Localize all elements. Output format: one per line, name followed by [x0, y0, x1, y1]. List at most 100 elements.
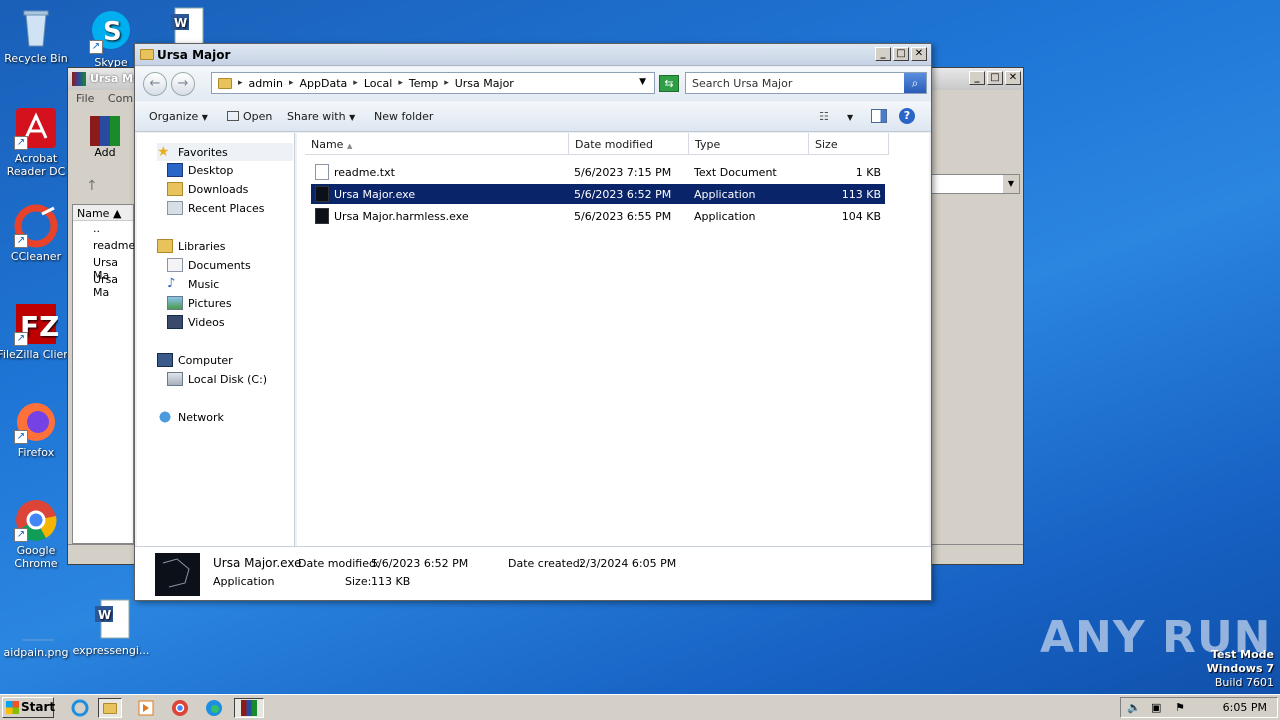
list-item[interactable]: ..: [73, 221, 133, 238]
breadcrumb-appdata[interactable]: AppData: [300, 77, 348, 90]
nav-pictures[interactable]: Pictures: [167, 296, 232, 310]
column-header-name[interactable]: Name ▲: [305, 133, 569, 155]
column-header-name[interactable]: Name ▲: [73, 205, 133, 221]
nav-downloads[interactable]: Downloads: [167, 182, 248, 196]
desktop-icon-acrobat[interactable]: ↗ Acrobat Reader DC: [0, 106, 76, 178]
file-row-readme[interactable]: readme.txt 5/6/2023 7:15 PM Text Documen…: [311, 162, 885, 182]
taskbar-explorer-icon[interactable]: [98, 698, 122, 718]
details-filename: Ursa Major.exe: [213, 556, 302, 570]
desktop-icon-ccleaner[interactable]: ↗ CCleaner: [0, 204, 76, 263]
desktop-icon: [167, 163, 183, 177]
desktop-icon-filezilla[interactable]: FZ ↗ FileZilla Client: [0, 302, 76, 361]
breadcrumb-admin[interactable]: admin: [249, 77, 283, 90]
background-address-field[interactable]: ▼: [930, 174, 1020, 194]
taskbar-winrar-icon[interactable]: [234, 698, 264, 718]
minimize-button[interactable]: _: [969, 71, 985, 85]
file-row-ursa-major-harmless-exe[interactable]: Ursa Major.harmless.exe 5/6/2023 6:55 PM…: [311, 206, 885, 226]
nav-libraries[interactable]: Libraries: [157, 239, 226, 253]
open-button[interactable]: Open: [227, 110, 272, 123]
column-header-date-modified[interactable]: Date modified: [569, 133, 689, 155]
maximize-button[interactable]: □: [893, 47, 909, 61]
desktop-icon-firefox[interactable]: ↗ Firefox: [0, 400, 76, 459]
preview-pane-icon[interactable]: [871, 109, 887, 123]
chevron-right-icon[interactable]: ▸: [238, 78, 243, 88]
taskbar-chrome-icon[interactable]: [168, 698, 192, 718]
explorer-window[interactable]: Ursa Major _ □ ✕ ← → ▸ admin ▸ AppData ▸…: [134, 43, 932, 601]
minimize-button[interactable]: _: [875, 47, 891, 61]
taskbar-media-player-icon[interactable]: [134, 698, 158, 718]
action-center-flag-icon[interactable]: ⚑: [1175, 701, 1185, 714]
ccleaner-icon: ↗: [14, 204, 58, 248]
downloads-icon: [167, 182, 183, 196]
column-header-size[interactable]: Size: [809, 133, 889, 155]
winrar-icon: [72, 72, 86, 86]
svg-text:W: W: [98, 608, 111, 622]
chevron-right-icon[interactable]: ▸: [444, 78, 449, 88]
volume-icon[interactable]: 🔈: [1127, 701, 1141, 714]
nav-local-disk[interactable]: Local Disk (C:): [167, 372, 267, 386]
image-file-icon: [14, 600, 58, 644]
nav-music[interactable]: ♪ Music: [167, 277, 219, 291]
details-pane: Ursa Major.exe Application Date modified…: [135, 546, 931, 600]
text-file-icon: [315, 164, 329, 180]
breadcrumb-ursa-major[interactable]: Ursa Major: [455, 77, 514, 90]
network-tray-icon[interactable]: ▣: [1151, 701, 1161, 714]
sort-ascending-icon: ▲: [346, 142, 353, 150]
search-icon[interactable]: ⌕: [904, 73, 926, 93]
nav-documents[interactable]: Documents: [167, 258, 251, 272]
breadcrumb[interactable]: ▸ admin ▸ AppData ▸ Local ▸ Temp ▸ Ursa …: [211, 72, 655, 94]
nav-computer[interactable]: Computer: [157, 353, 233, 367]
chevron-right-icon[interactable]: ▸: [289, 78, 294, 88]
chevron-right-icon[interactable]: ▸: [398, 78, 403, 88]
column-header-type[interactable]: Type: [689, 133, 809, 155]
search-input[interactable]: Search Ursa Major ⌕: [685, 72, 927, 94]
add-button[interactable]: Add: [90, 116, 120, 159]
windows-logo-icon: [6, 701, 19, 714]
up-arrow-icon[interactable]: ↑: [86, 178, 98, 194]
svg-text:W: W: [174, 16, 187, 30]
refresh-button[interactable]: ⇆: [659, 75, 679, 92]
desktop-icon-chrome[interactable]: ↗ Google Chrome: [0, 498, 76, 570]
new-folder-button[interactable]: New folder: [374, 110, 433, 123]
window-titlebar[interactable]: Ursa Major _ □ ✕: [135, 44, 931, 66]
list-item[interactable]: Ursa Ma: [73, 272, 133, 299]
view-dropdown-icon[interactable]: ▼: [847, 113, 853, 122]
address-dropdown-icon[interactable]: ▼: [639, 77, 646, 87]
taskbar-edge-icon[interactable]: [202, 698, 226, 718]
nav-favorites[interactable]: ★ Favorites: [157, 143, 293, 161]
close-button[interactable]: ✕: [1005, 71, 1021, 85]
view-options-icon[interactable]: ☷: [819, 110, 829, 123]
nav-recent-places[interactable]: Recent Places: [167, 201, 265, 215]
chevron-right-icon[interactable]: ▸: [353, 78, 358, 88]
clock[interactable]: 6:05 PM: [1223, 701, 1267, 714]
shortcut-arrow-icon: ↗: [14, 430, 28, 444]
menu-file[interactable]: File: [76, 92, 94, 105]
breadcrumb-temp[interactable]: Temp: [409, 77, 438, 90]
nav-desktop[interactable]: Desktop: [167, 163, 233, 177]
breadcrumb-local[interactable]: Local: [364, 77, 393, 90]
back-button[interactable]: ←: [143, 72, 167, 96]
forward-button[interactable]: →: [171, 72, 195, 96]
start-button[interactable]: Start: [2, 697, 55, 718]
taskbar-ie-icon[interactable]: [68, 698, 92, 718]
close-button[interactable]: ✕: [911, 47, 927, 61]
skype-icon: S ↗: [89, 10, 133, 54]
dropdown-arrow-icon[interactable]: ▼: [1003, 175, 1019, 193]
list-item[interactable]: readme.: [73, 238, 139, 255]
maximize-button[interactable]: □: [987, 71, 1003, 85]
acrobat-icon: ↗: [14, 106, 58, 150]
organize-button[interactable]: Organize ▼: [149, 110, 208, 123]
shortcut-arrow-icon: ↗: [14, 234, 28, 248]
nav-videos[interactable]: Videos: [167, 315, 225, 329]
nav-network[interactable]: Network: [157, 410, 224, 424]
recycle-bin-icon: [14, 6, 58, 50]
desktop-icon-aidpain[interactable]: aidpain.png: [0, 600, 76, 659]
desktop-icon-expressengi[interactable]: W expressengi...: [71, 598, 151, 657]
file-row-ursa-major-exe[interactable]: Ursa Major.exe 5/6/2023 6:52 PM Applicat…: [311, 184, 885, 204]
share-with-button[interactable]: Share with ▼: [287, 110, 355, 123]
file-thumbnail: [155, 553, 200, 596]
help-icon[interactable]: ?: [899, 108, 915, 124]
desktop-icon-recycle-bin[interactable]: Recycle Bin: [0, 6, 76, 65]
filezilla-icon: FZ ↗: [14, 302, 59, 346]
list-item[interactable]: Ursa Ma: [73, 255, 133, 282]
